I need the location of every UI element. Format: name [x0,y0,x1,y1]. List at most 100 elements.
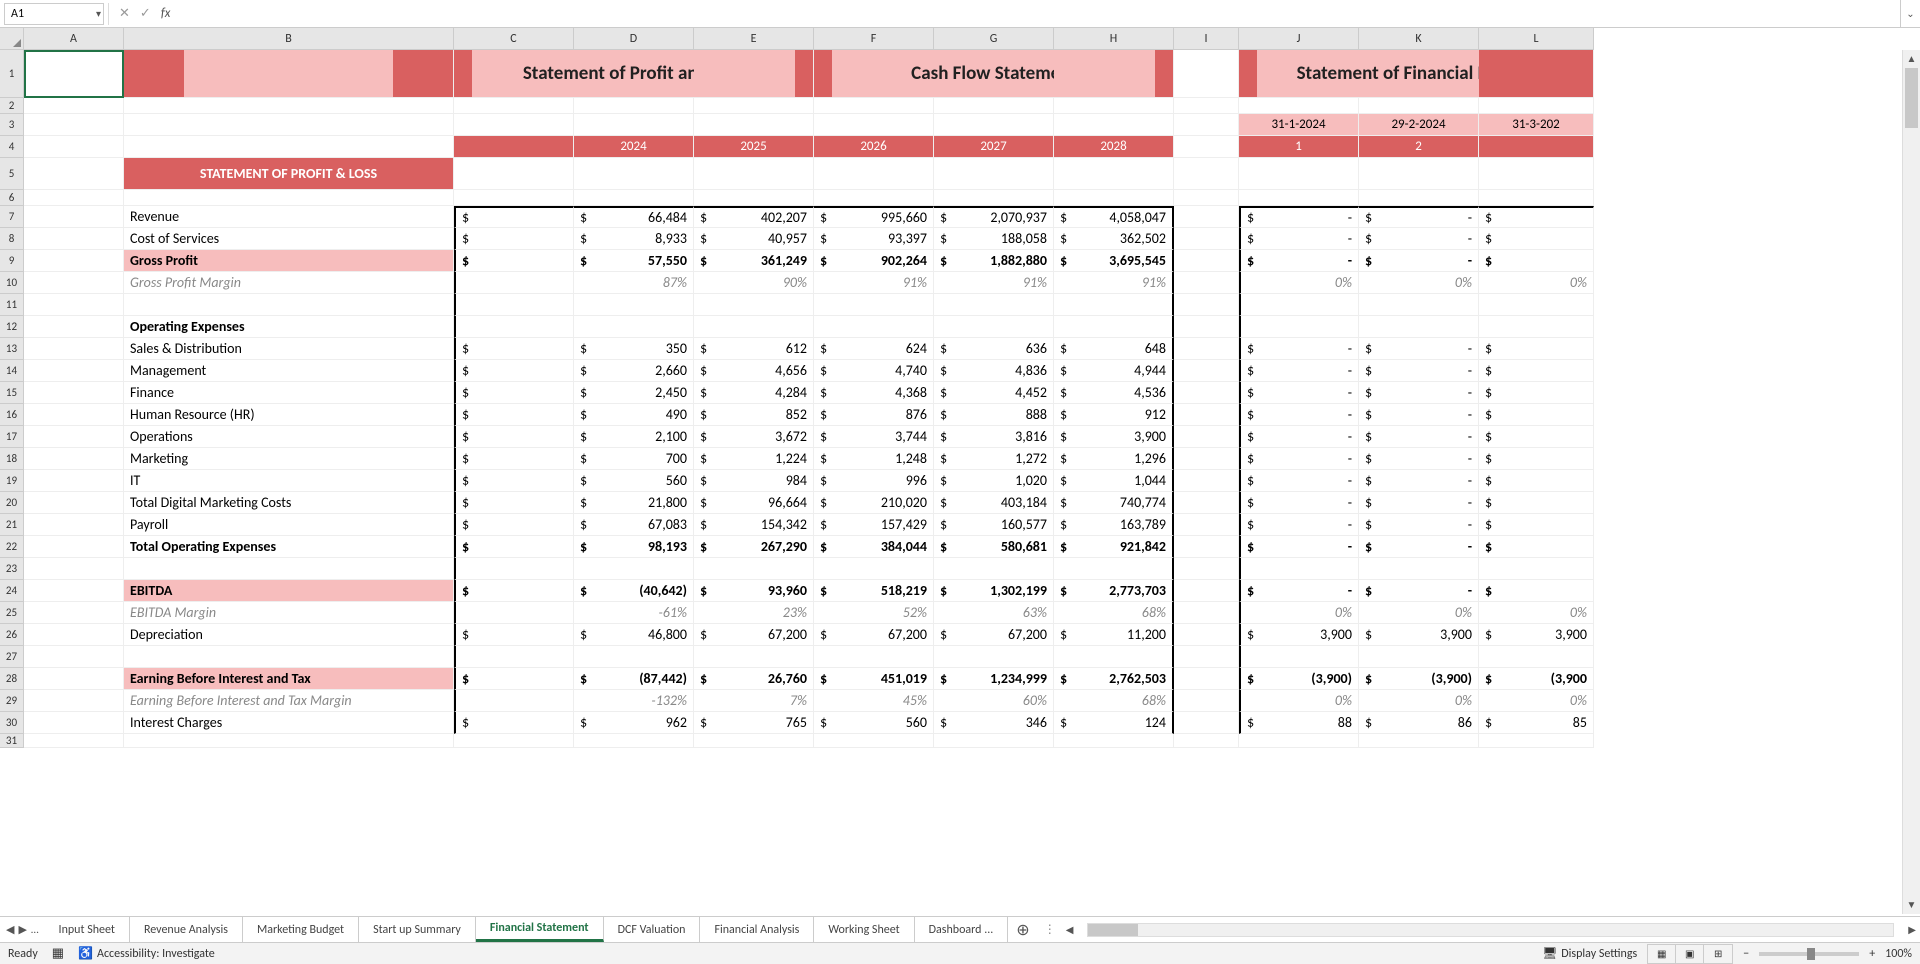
cell-F31[interactable] [814,734,934,748]
cell-H21[interactable]: $163,789 [1054,514,1174,536]
cell-J17[interactable]: $- [1239,426,1359,448]
cell-F14[interactable]: $4,740 [814,360,934,382]
cell-J24[interactable]: $- [1239,580,1359,602]
cell-I1[interactable] [1174,50,1239,98]
col-header-E[interactable]: E [694,28,814,49]
cell-J8[interactable]: $- [1239,228,1359,250]
col-header-D[interactable]: D [574,28,694,49]
cell-B14[interactable]: Management [124,360,454,382]
cell-G18[interactable]: $1,272 [934,448,1054,470]
cell-K16[interactable]: $- [1359,404,1479,426]
cell-A11[interactable] [24,294,124,316]
cell-D12[interactable] [574,316,694,338]
cell-I31[interactable] [1174,734,1239,748]
cell-A1[interactable] [24,50,124,98]
cell-G14[interactable]: $4,836 [934,360,1054,382]
cell-L24[interactable]: $ [1479,580,1594,602]
row-header-4[interactable]: 4 [0,136,23,158]
cell-G9[interactable]: $1,882,880 [934,250,1054,272]
cell-C31[interactable] [454,734,574,748]
cell-C30[interactable]: $ [454,712,574,734]
cell-B17[interactable]: Operations [124,426,454,448]
cell-G24[interactable]: $1,302,199 [934,580,1054,602]
cell-E30[interactable]: $765 [694,712,814,734]
cell-C27[interactable] [454,646,574,668]
cell-A28[interactable] [24,668,124,690]
cell-D27[interactable] [574,646,694,668]
row-header-31[interactable]: 31 [0,734,23,748]
cell-B21[interactable]: Payroll [124,514,454,536]
cell-D30[interactable]: $962 [574,712,694,734]
cell-K17[interactable]: $- [1359,426,1479,448]
zoom-slider-thumb[interactable] [1807,948,1815,960]
cell-D19[interactable]: $560 [574,470,694,492]
cell-B1[interactable] [124,50,454,98]
cell-C7[interactable]: $ [454,206,574,228]
cell-J11[interactable] [1239,294,1359,316]
cell-L25[interactable]: 0% [1479,602,1594,624]
cell-H2[interactable] [1054,98,1174,114]
tab-next-icon[interactable]: ▶ [18,923,26,936]
cell-G1[interactable]: Cash Flow Statement [934,50,1054,98]
cell-A15[interactable] [24,382,124,404]
cell-E29[interactable]: 7% [694,690,814,712]
cell-C16[interactable]: $ [454,404,574,426]
cell-K30[interactable]: $86 [1359,712,1479,734]
cell-E24[interactable]: $93,960 [694,580,814,602]
cell-H27[interactable] [1054,646,1174,668]
cell-J15[interactable]: $- [1239,382,1359,404]
cell-G25[interactable]: 63% [934,602,1054,624]
cell-G31[interactable] [934,734,1054,748]
cell-F19[interactable]: $996 [814,470,934,492]
cell-L26[interactable]: $3,900 [1479,624,1594,646]
cell-F25[interactable]: 52% [814,602,934,624]
cell-G28[interactable]: $1,234,999 [934,668,1054,690]
cell-H12[interactable] [1054,316,1174,338]
cell-H15[interactable]: $4,536 [1054,382,1174,404]
cell-D13[interactable]: $350 [574,338,694,360]
cell-F21[interactable]: $157,429 [814,514,934,536]
row-header-6[interactable]: 6 [0,190,23,206]
cell-L10[interactable]: 0% [1479,272,1594,294]
cell-J14[interactable]: $- [1239,360,1359,382]
cell-K3[interactable]: 29-2-2024 [1359,114,1479,136]
cell-B6[interactable] [124,190,454,206]
col-header-L[interactable]: L [1479,28,1594,49]
row-header-19[interactable]: 19 [0,470,23,492]
cell-G12[interactable] [934,316,1054,338]
cell-D20[interactable]: $21,800 [574,492,694,514]
cell-G22[interactable]: $580,681 [934,536,1054,558]
cell-A14[interactable] [24,360,124,382]
cell-E6[interactable] [694,190,814,206]
cell-A31[interactable] [24,734,124,748]
cell-C23[interactable] [454,558,574,580]
row-header-27[interactable]: 27 [0,646,23,668]
cell-L3[interactable]: 31-3-202 [1479,114,1594,136]
cell-H17[interactable]: $3,900 [1054,426,1174,448]
cell-A19[interactable] [24,470,124,492]
cell-J25[interactable]: 0% [1239,602,1359,624]
cell-J31[interactable] [1239,734,1359,748]
cell-D4[interactable]: 2024 [574,136,694,158]
cell-J29[interactable]: 0% [1239,690,1359,712]
row-header-9[interactable]: 9 [0,250,23,272]
cells-area[interactable]: Statement of Profit and LossCash Flow St… [24,50,1594,748]
cell-E23[interactable] [694,558,814,580]
cell-H22[interactable]: $921,842 [1054,536,1174,558]
cell-B26[interactable]: Depreciation [124,624,454,646]
cell-J28[interactable]: $(3,900) [1239,668,1359,690]
cell-C21[interactable]: $ [454,514,574,536]
cell-G2[interactable] [934,98,1054,114]
cell-C25[interactable] [454,602,574,624]
cell-I23[interactable] [1174,558,1239,580]
cell-F7[interactable]: $995,660 [814,206,934,228]
view-page-break-icon[interactable]: ⊞ [1704,945,1732,963]
cell-F23[interactable] [814,558,934,580]
cell-E20[interactable]: $96,664 [694,492,814,514]
cell-B18[interactable]: Marketing [124,448,454,470]
cell-A25[interactable] [24,602,124,624]
row-header-7[interactable]: 7 [0,206,23,228]
cell-I11[interactable] [1174,294,1239,316]
cell-J3[interactable]: 31-1-2024 [1239,114,1359,136]
cell-K28[interactable]: $(3,900) [1359,668,1479,690]
